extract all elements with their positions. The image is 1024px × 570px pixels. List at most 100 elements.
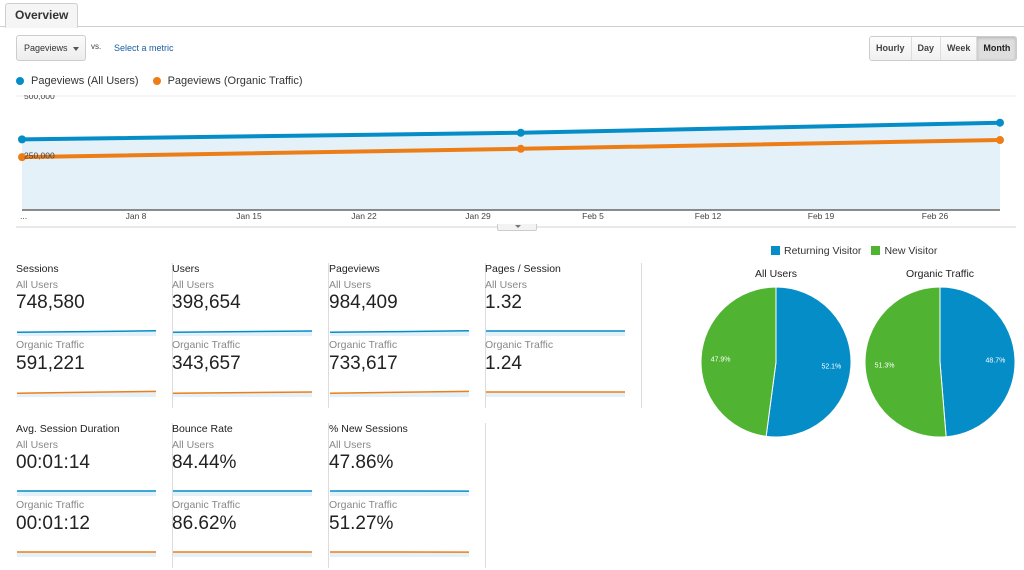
segment-label: All Users <box>16 279 59 291</box>
metric-value: 748,580 <box>16 292 85 313</box>
metric-value: 984,409 <box>329 292 398 313</box>
segment-label: Organic Traffic <box>16 499 85 511</box>
segment-label: All Users <box>172 439 215 451</box>
segment-label: Organic Traffic <box>172 499 241 511</box>
metric-value: 51.27% <box>329 513 394 534</box>
metric-value: 591,221 <box>16 353 85 374</box>
legend-item-organic-traffic[interactable]: Pageviews (Organic Traffic) <box>152 75 303 87</box>
x-tick-label: Feb 26 <box>922 211 949 221</box>
series-dot-icon <box>152 77 161 85</box>
metric-card[interactable]: Avg. Session Duration All Users 00:01:14 Or… <box>16 423 173 568</box>
segment-label: Organic Traffic <box>172 339 241 351</box>
segment-label: Organic Traffic <box>329 339 398 351</box>
data-point <box>18 135 26 144</box>
chart-resize-handle[interactable] <box>497 224 537 231</box>
granularity-selector: Hourly Day Week Month <box>869 36 1018 61</box>
legend-label: Pageviews (Organic Traffic) <box>167 75 303 87</box>
segment-label: All Users <box>329 439 372 451</box>
sparkline-organic-traffic <box>17 551 156 557</box>
x-tick-label: Feb 5 <box>582 211 604 221</box>
metric-title: Users <box>172 263 200 275</box>
x-tick-label: Feb 12 <box>695 211 722 221</box>
tab-bar: Overview <box>0 0 1024 28</box>
sparkline-organic-traffic <box>17 390 156 397</box>
tab-overview[interactable]: Overview <box>5 3 79 28</box>
sparkline-all-users <box>17 329 156 336</box>
metric-value: 00:01:12 <box>16 513 90 534</box>
y-tick-label: 500,000 <box>24 95 55 101</box>
segment-label: All Users <box>16 439 59 451</box>
metric-card[interactable]: Bounce Rate All Users 84.44% Organic Traffi… <box>172 423 329 568</box>
data-point <box>516 144 525 153</box>
metric-value: 86.62% <box>172 513 237 534</box>
metric-title: Bounce Rate <box>172 423 233 435</box>
x-tick-label: Jan 15 <box>236 211 262 221</box>
metric-select-value: Pageviews <box>24 43 68 53</box>
series-dot-icon <box>16 77 24 85</box>
x-tick-label: ... <box>20 211 27 221</box>
metric-value: 1.32 <box>485 292 522 313</box>
legend-item-all-users[interactable]: Pageviews (All Users) <box>16 75 139 87</box>
metric-title: Sessions <box>16 263 59 275</box>
granularity-hourly-button[interactable]: Hourly <box>870 37 912 60</box>
segment-label: All Users <box>329 279 372 291</box>
pie-slice-label: 48.7% <box>986 358 1006 365</box>
segment-label: All Users <box>485 279 528 291</box>
segment-label: Organic Traffic <box>329 499 398 511</box>
sparkline-all-users <box>173 490 312 496</box>
x-tick-label: Jan 29 <box>465 211 491 221</box>
data-point <box>516 128 525 137</box>
metric-card[interactable]: Pageviews All Users 984,409 Organic Traffic… <box>329 263 486 408</box>
caret-down-icon <box>515 225 521 228</box>
pie-slice-label: 47.9% <box>711 356 731 363</box>
sparkline-all-users <box>17 490 156 496</box>
pageviews-line-chart[interactable]: 500,000 250,000... Jan 8 Jan 15 Jan 22 Jan 29… <box>0 95 1024 235</box>
metric-title: Avg. Session Duration <box>16 423 120 435</box>
sparkline-all-users <box>330 490 469 496</box>
metric-value: 733,617 <box>329 353 398 374</box>
pie-slice[interactable] <box>765 286 852 438</box>
metric-card[interactable]: Sessions All Users 748,580 Organic Traffic 5… <box>16 263 173 408</box>
line-chart-legend: Pageviews (All Users) Pageviews (Organic… <box>16 75 303 87</box>
sparkline-organic-traffic <box>173 551 312 557</box>
metric-value: 84.44% <box>172 452 237 473</box>
vs-label: vs. <box>91 42 102 51</box>
pie-slice-label: 52.1% <box>821 364 841 371</box>
metric-select[interactable]: Pageviews <box>16 35 86 61</box>
segment-label: Organic Traffic <box>485 339 554 351</box>
sparkline-all-users <box>173 330 312 336</box>
granularity-day-button[interactable]: Day <box>911 37 942 60</box>
metric-value: 00:01:14 <box>16 452 90 473</box>
x-tick-label: Feb 19 <box>808 211 835 221</box>
granularity-week-button[interactable]: Week <box>941 37 978 60</box>
metric-value: 343,657 <box>172 353 241 374</box>
segment-label: Organic Traffic <box>16 339 85 351</box>
metric-card[interactable]: Users All Users 398,654 Organic Traffic 343,… <box>172 263 329 408</box>
sparkline-all-users <box>330 329 469 336</box>
legend-label: Pageviews (All Users) <box>31 75 139 87</box>
visitor-pie-charts: 52.1% 47.9% 48.7% 51.3% <box>700 286 1016 438</box>
metric-value: 1.24 <box>485 353 522 374</box>
sparkline-all-users <box>486 330 625 336</box>
select-metric-link[interactable]: Select a metric <box>114 43 174 53</box>
data-point <box>996 136 1004 145</box>
metric-card[interactable]: % New Sessions All Users 47.86% Organic Tra… <box>329 423 486 568</box>
metric-title: Pageviews <box>329 263 380 275</box>
metric-value: 47.86% <box>329 452 394 473</box>
x-tick-label: Jan 22 <box>351 211 377 221</box>
segment-label: All Users <box>172 279 215 291</box>
pie-slice-label: 51.3% <box>875 362 895 369</box>
metric-title: % New Sessions <box>329 423 408 435</box>
sparkline-organic-traffic <box>330 390 469 397</box>
x-tick-label: Jan 8 <box>126 211 147 221</box>
sparkline-organic-traffic <box>486 391 625 397</box>
sparkline-organic-traffic <box>330 551 469 557</box>
data-point <box>996 118 1004 127</box>
metric-title: Pages / Session <box>485 263 561 275</box>
chevron-down-icon <box>73 47 79 51</box>
metric-value: 398,654 <box>172 292 241 313</box>
y-tick-label: 250,000 <box>24 151 55 161</box>
granularity-month-button[interactable]: Month <box>977 37 1017 60</box>
metric-card[interactable]: Pages / Session All Users 1.32 Organic Traf… <box>485 263 642 408</box>
sparkline-organic-traffic <box>173 391 312 397</box>
